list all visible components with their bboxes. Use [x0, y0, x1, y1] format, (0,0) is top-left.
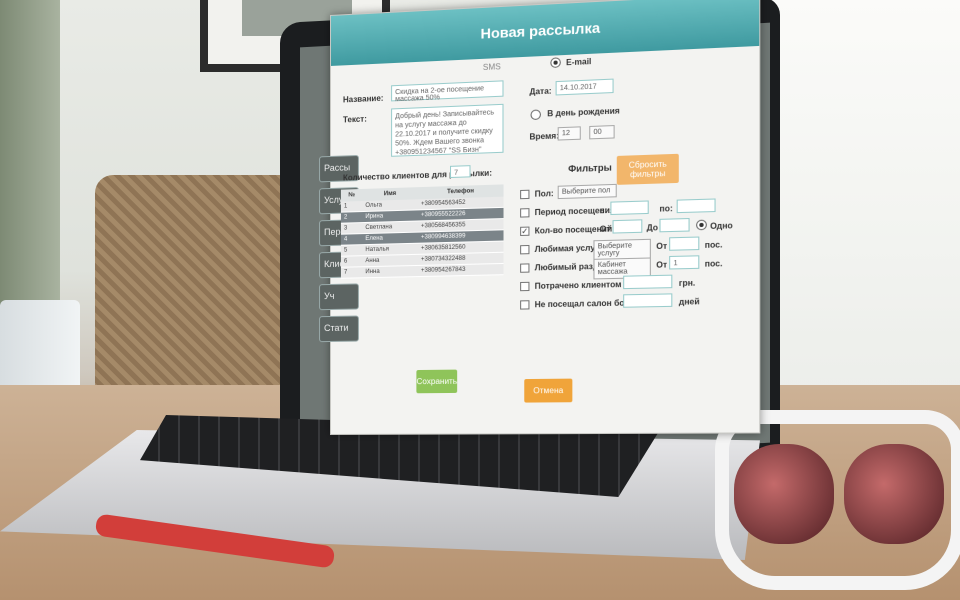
spent-input[interactable] [623, 275, 672, 290]
service-count-input[interactable] [669, 237, 699, 251]
reset-filters-button[interactable]: Сбросить фильтры [617, 154, 679, 185]
gender-label: Пол: [535, 189, 554, 199]
birthday-radio[interactable] [531, 109, 541, 120]
visits-to-label: До [647, 223, 658, 233]
section-from-label: От [656, 260, 667, 270]
currency-label: грн. [679, 278, 695, 288]
wall-background [0, 0, 60, 330]
period-to-label: по: [659, 204, 672, 214]
sunglasses [715, 410, 960, 590]
email-radio[interactable] [550, 57, 560, 68]
row-index: 4 [341, 234, 362, 246]
visits-from-label: От [600, 224, 611, 234]
birthday-label: В день рождения [547, 106, 620, 118]
minute-select[interactable]: 00 [589, 125, 614, 139]
row-index: 7 [341, 267, 362, 279]
date-label: Дата: [529, 86, 551, 96]
cancel-button[interactable]: Отмена [524, 379, 572, 403]
days-label: дней [679, 297, 700, 307]
text-area[interactable]: Добрый день! Записывайтесь на услугу мас… [391, 104, 503, 157]
spent-checkbox[interactable] [520, 282, 529, 291]
name-input[interactable]: Скидка на 2-ое посещение массажа 50% [391, 80, 503, 101]
photo-scene: Рассы Услу Персо Клие Уч Стати Новая рас… [0, 0, 960, 600]
clients-count-value: 7 [450, 165, 471, 178]
row-phone: +380954267843 [418, 263, 504, 276]
visits-one-label: Одно [710, 221, 733, 231]
text-label: Текст: [343, 114, 367, 124]
row-index: 3 [341, 223, 362, 235]
email-label: E-mail [566, 57, 591, 67]
absent-checkbox[interactable] [520, 300, 529, 309]
name-label: Название: [343, 94, 384, 105]
visits-from-input[interactable] [613, 219, 643, 233]
date-input[interactable]: 14.10.2017 [556, 79, 614, 96]
sunglasses-lens-left [734, 444, 834, 544]
period-to-input[interactable] [677, 198, 716, 213]
service-checkbox[interactable] [520, 245, 529, 254]
form-content: SMS E-mail Название: Скидка на 2-ое посе… [331, 46, 759, 436]
period-from-input[interactable] [610, 200, 648, 215]
new-mailing-window: Рассы Услу Персо Клие Уч Стати Новая рас… [330, 0, 760, 435]
row-name: Инна [362, 265, 418, 277]
table-row[interactable]: 7 Инна +380954267843 [341, 263, 504, 278]
service-from-label: От [656, 241, 667, 251]
row-index: 1 [341, 201, 362, 212]
save-button[interactable]: Сохранить [416, 370, 457, 394]
row-index: 2 [341, 212, 362, 224]
column-header: № [341, 189, 362, 202]
sunglasses-lens-right [844, 444, 944, 544]
absent-input[interactable] [623, 293, 672, 307]
gender-select[interactable]: Выберите пол [558, 184, 617, 199]
visits-to-input[interactable] [659, 218, 689, 232]
gender-checkbox[interactable] [520, 190, 529, 199]
section-unit: пос. [705, 259, 723, 269]
row-index: 5 [341, 245, 362, 257]
filters-title: Фильтры [568, 162, 612, 174]
sms-label: SMS [483, 62, 501, 72]
section-checkbox[interactable] [520, 263, 529, 272]
clients-table: № Имя Телефон 1 Ольга +380954563452 2 Ирина… [341, 184, 504, 278]
row-index: 6 [341, 256, 362, 268]
wicker-chair [95, 175, 305, 390]
section-count-input[interactable]: 1 [669, 255, 699, 269]
period-from-label: с: [600, 206, 608, 216]
time-label: Время: [529, 131, 559, 141]
visits-checkbox[interactable]: ✓ [520, 227, 529, 236]
hour-select[interactable]: 12 [558, 126, 581, 140]
period-checkbox[interactable] [520, 208, 529, 217]
visits-one-radio[interactable] [696, 220, 707, 231]
service-unit: пос. [705, 240, 723, 250]
